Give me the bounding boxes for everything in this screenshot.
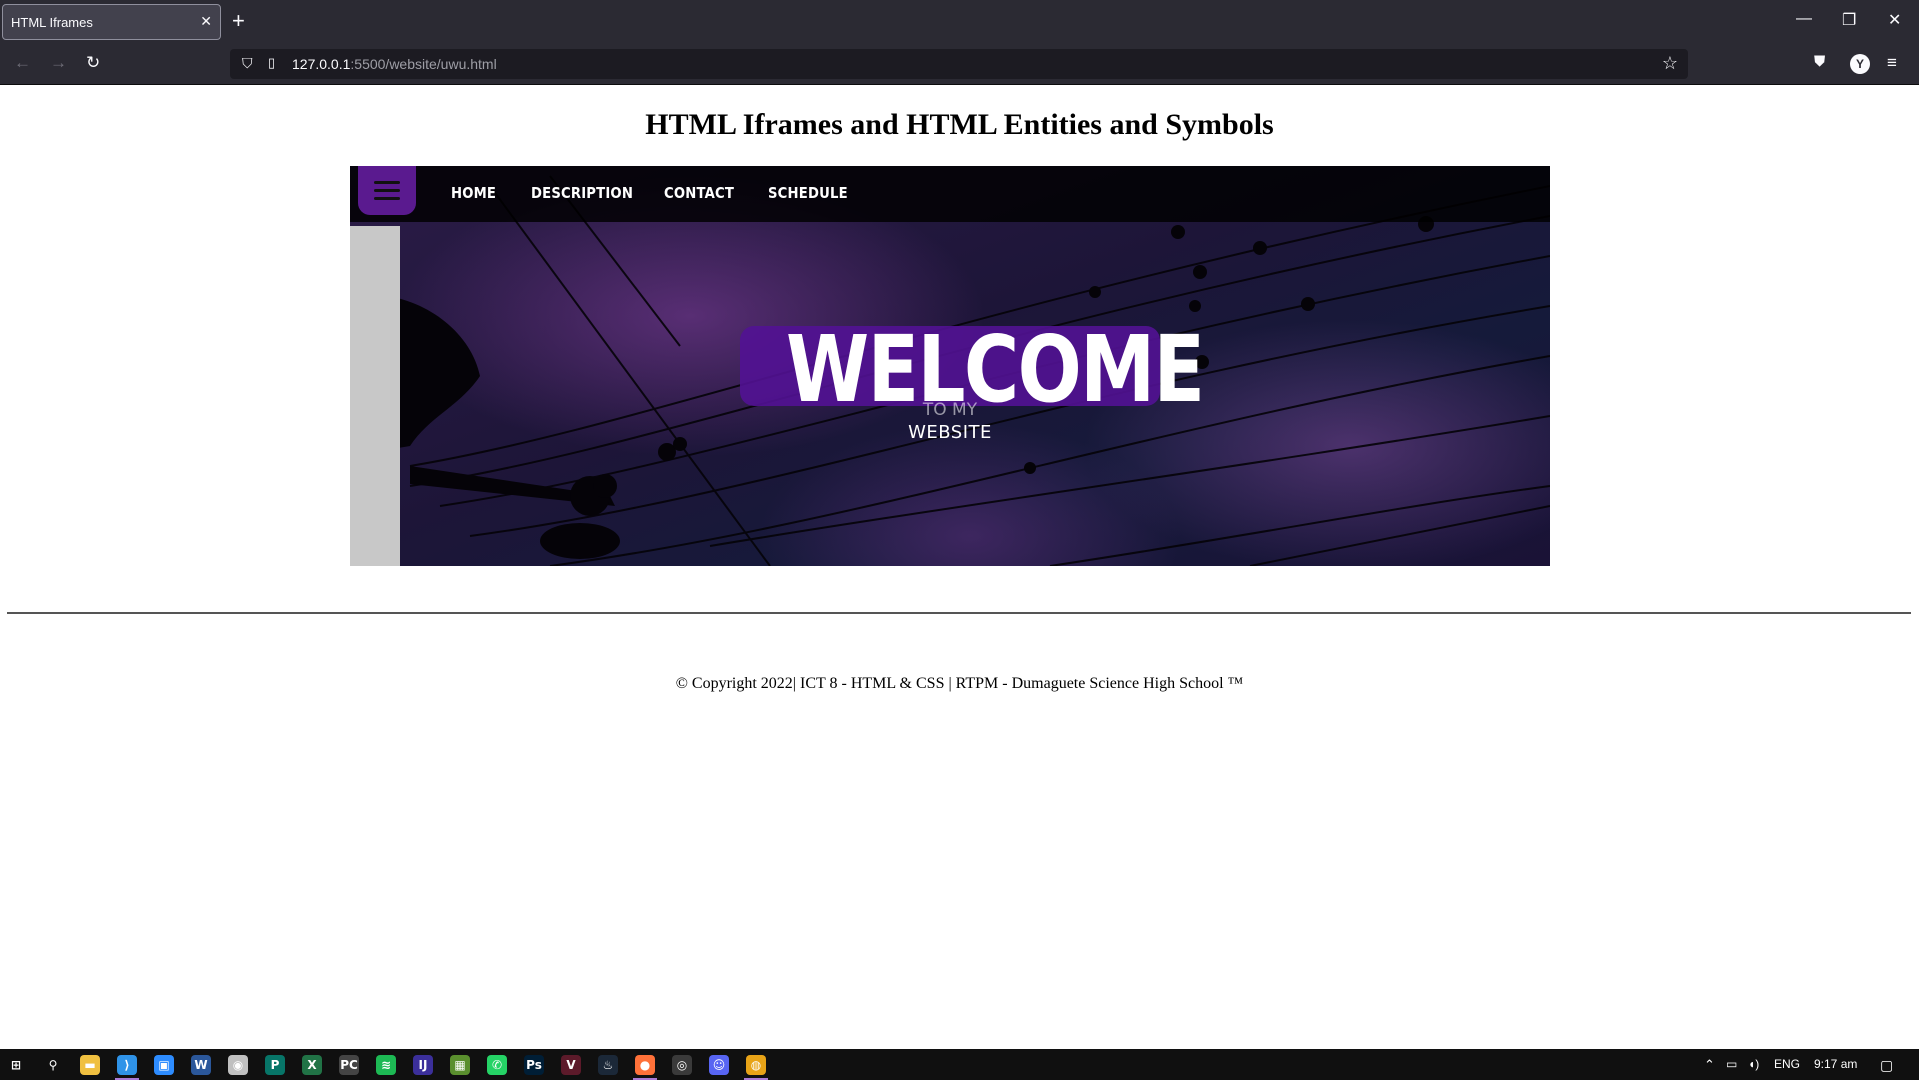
account-avatar[interactable]: Y [1850, 54, 1870, 74]
app-v-icon[interactable]: V [561, 1055, 581, 1075]
url-path: :5500/website/uwu.html [350, 56, 497, 72]
spotify-icon[interactable]: ≋ [376, 1055, 396, 1075]
intellij-icon[interactable]: IJ [413, 1055, 433, 1075]
url-host: 127.0.0.1 [292, 56, 351, 72]
tab-title: HTML Iframes [11, 15, 93, 30]
hero-subtitle-website: WEBSITE [908, 422, 992, 443]
forward-icon[interactable]: → [50, 53, 67, 73]
firefox-icon[interactable]: ● [635, 1055, 655, 1075]
horizontal-rule [7, 612, 1911, 614]
back-icon[interactable]: ← [14, 53, 31, 73]
window-close-icon[interactable]: ✕ [1888, 10, 1901, 30]
davinci-icon[interactable]: ◉ [228, 1055, 248, 1075]
site-menu-button[interactable] [358, 166, 416, 215]
search-icon[interactable]: ⚲ [43, 1055, 63, 1075]
footer-copyright: © Copyright 2022| ICT 8 - HTML & CSS | R… [675, 675, 1244, 692]
hamburger-icon [374, 181, 400, 205]
address-bar[interactable]: ⛉ ▯ 127.0.0.1:5500/website/uwu.html ☆ [230, 49, 1688, 79]
pocket-icon[interactable]: ⛊ [1814, 53, 1825, 70]
site-nav-bar: HOME DESCRIPTION CONTACT SCHEDULE [350, 166, 1550, 222]
file-explorer-icon[interactable]: ▬ [80, 1055, 100, 1075]
vscode-icon[interactable]: ⟩ [117, 1055, 137, 1075]
windows-taskbar: ⊞ ⚲ ▬ ⟩ ▣ W ◉ P X PC ≋ IJ ▦ ✆ Ps V ♨ ● ◎ ☺ ◍ ⌃ ▭ ◖) ENG 9:17… [0, 1049, 1919, 1080]
browser-nav-bar: ← → ↻ ⛉ ▯ 127.0.0.1:5500/website/uwu.htm… [0, 44, 1919, 85]
page-info-icon[interactable]: ▯ [268, 55, 275, 71]
minecraft-icon[interactable]: ▦ [450, 1055, 470, 1075]
network-icon[interactable]: ▭ [1726, 1057, 1737, 1071]
nav-link-home[interactable]: HOME [451, 184, 496, 202]
chrome-icon[interactable]: ◍ [746, 1055, 766, 1075]
whatsapp-icon[interactable]: ✆ [487, 1055, 507, 1075]
obs-icon[interactable]: ◎ [672, 1055, 692, 1075]
url-text[interactable]: 127.0.0.1:5500/website/uwu.html [292, 56, 497, 72]
discord-icon[interactable]: ☺ [709, 1055, 729, 1075]
close-tab-icon[interactable]: ✕ [200, 13, 212, 30]
publisher-icon[interactable]: P [265, 1055, 285, 1075]
new-tab-button[interactable]: + [232, 8, 245, 34]
iframe-sidebar [350, 226, 400, 566]
tab-html-iframes[interactable]: HTML Iframes ✕ [2, 4, 221, 40]
notifications-icon[interactable]: ▢ [1880, 1057, 1893, 1074]
zoom-icon[interactable]: ▣ [154, 1055, 174, 1075]
nav-link-contact[interactable]: CONTACT [664, 184, 734, 202]
photoshop-icon[interactable]: Ps [524, 1055, 544, 1075]
volume-icon[interactable]: ◖) [1748, 1057, 1759, 1071]
clock[interactable]: 9:17 am [1814, 1057, 1857, 1071]
hamburger-menu-icon[interactable]: ≡ [1887, 53, 1897, 73]
page-title: HTML Iframes and HTML Entities and Symbo… [645, 108, 1274, 141]
minimize-icon[interactable]: — [1796, 10, 1812, 28]
nav-link-schedule[interactable]: SCHEDULE [768, 184, 848, 202]
shield-icon[interactable]: ⛉ [242, 55, 253, 72]
language-indicator[interactable]: ENG [1774, 1057, 1800, 1071]
hero-subtitle-to-my: TO MY [922, 400, 978, 420]
excel-icon[interactable]: X [302, 1055, 322, 1075]
start-icon[interactable]: ⊞ [6, 1055, 26, 1075]
steam-icon[interactable]: ♨ [598, 1055, 618, 1075]
browser-tab-bar: HTML Iframes ✕ + — ❐ ✕ [0, 0, 1919, 44]
word-icon[interactable]: W [191, 1055, 211, 1075]
website-iframe: HOME DESCRIPTION CONTACT SCHEDULE WELCOM… [350, 166, 1550, 566]
nav-link-description[interactable]: DESCRIPTION [531, 184, 633, 202]
pycharm-icon[interactable]: PC [339, 1055, 359, 1075]
tray-overflow-icon[interactable]: ⌃ [1704, 1057, 1715, 1073]
reload-icon[interactable]: ↻ [86, 53, 100, 73]
bookmark-star-icon[interactable]: ☆ [1662, 53, 1678, 74]
restore-icon[interactable]: ❐ [1842, 10, 1856, 30]
